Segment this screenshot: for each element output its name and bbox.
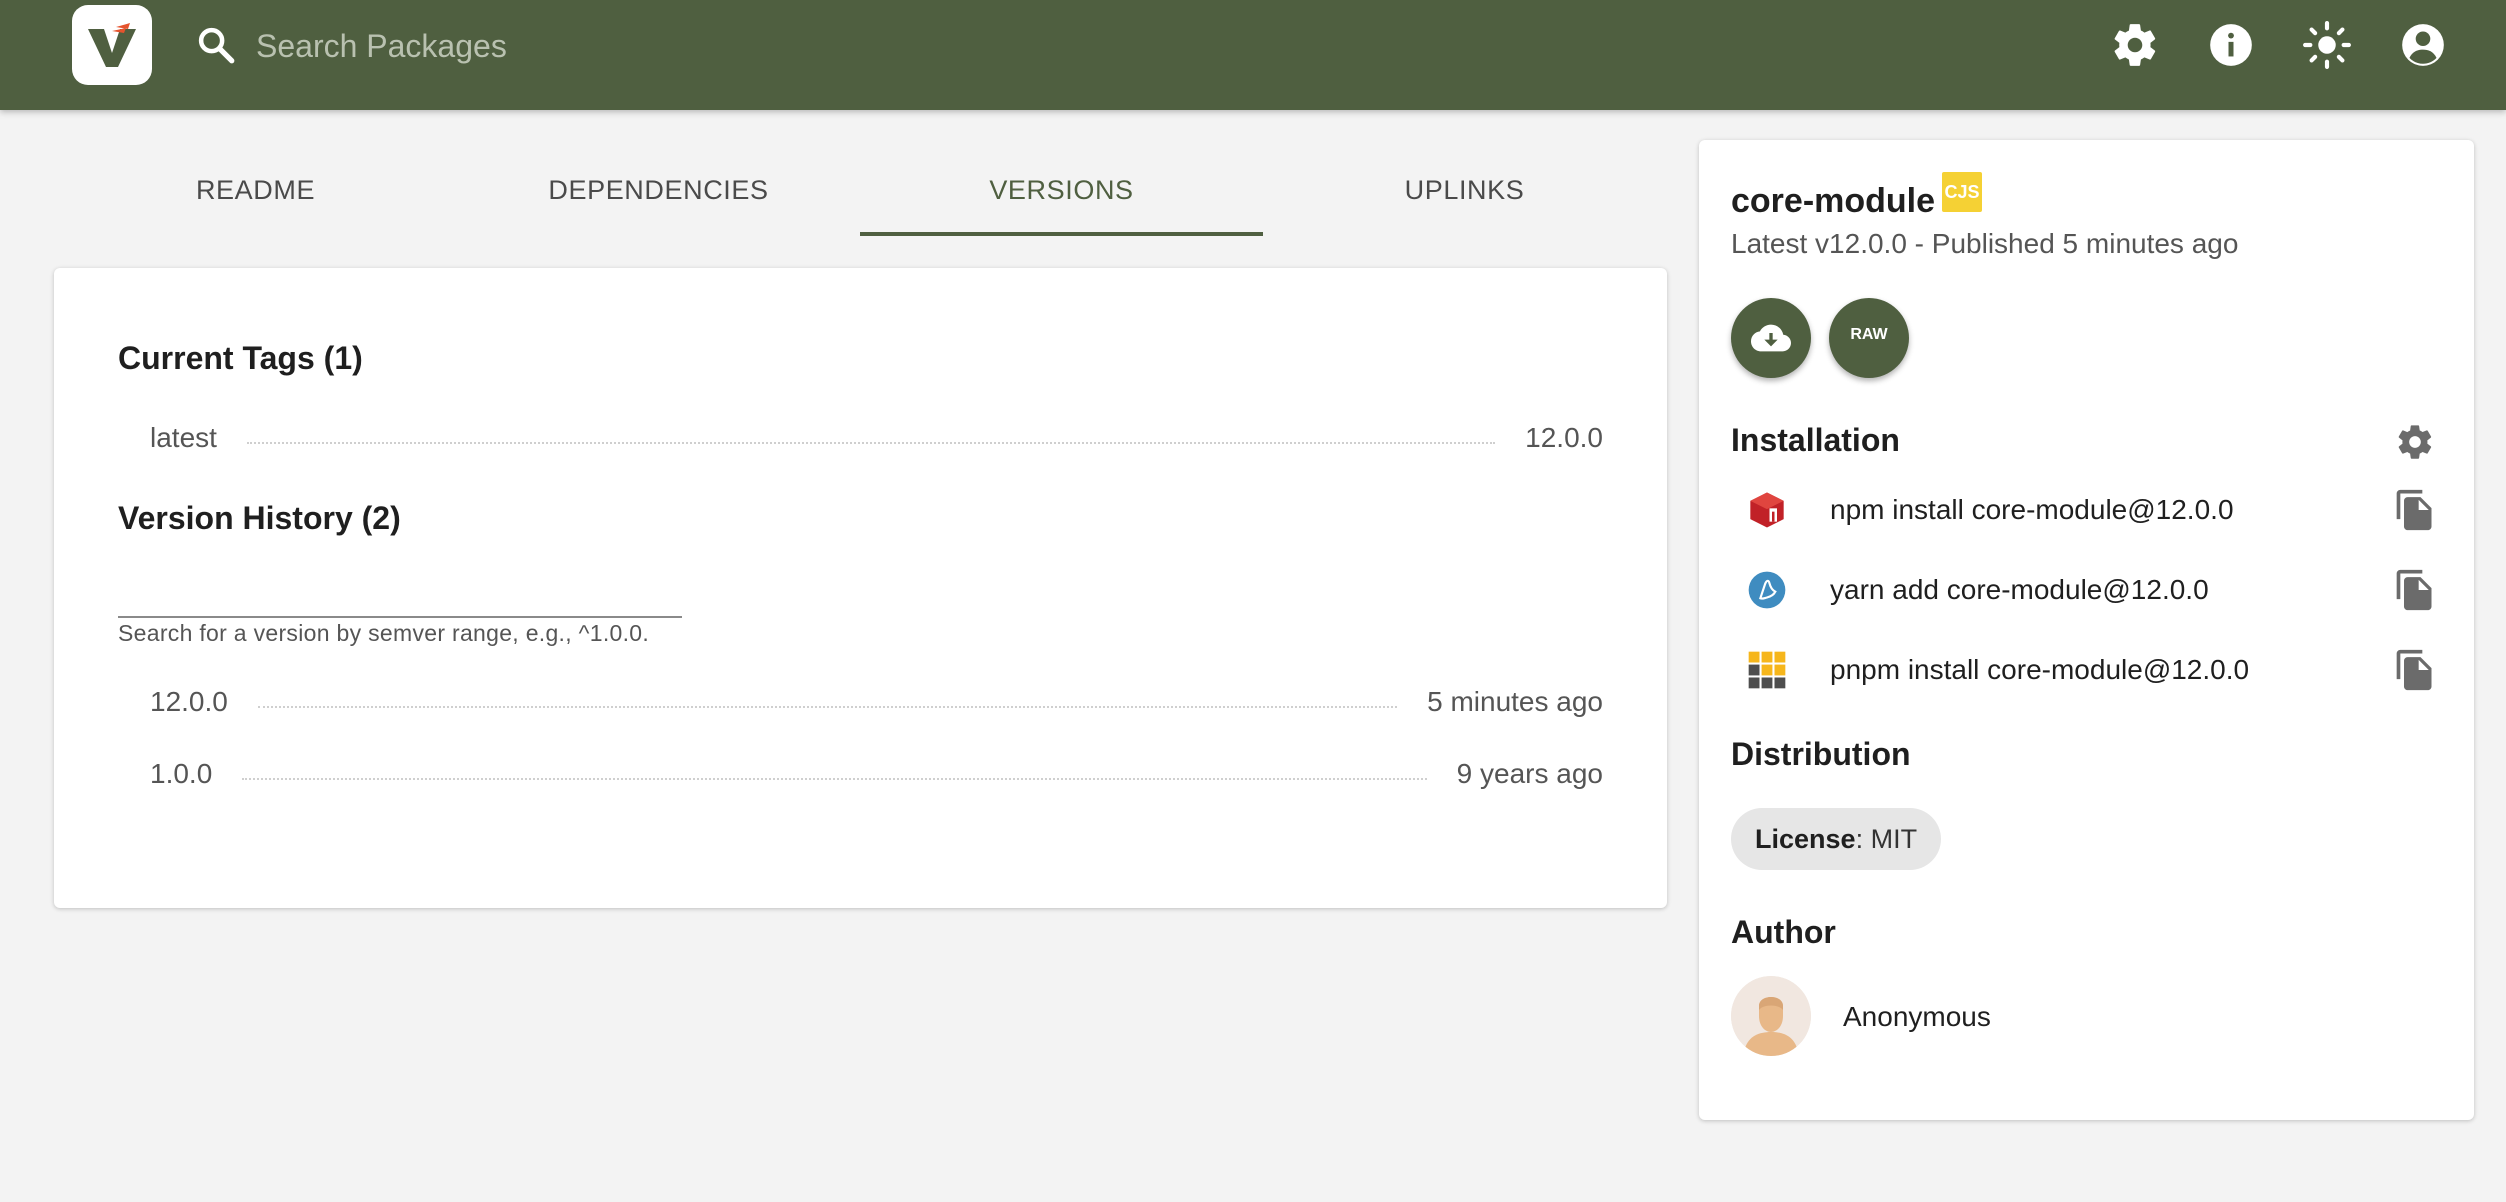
pnpm-icon [1748, 651, 1786, 689]
license-chip: License: MIT [1731, 808, 1942, 870]
raw-manifest-button[interactable]: RAW [1829, 298, 1909, 378]
copy-icon[interactable] [2393, 648, 2437, 692]
top-app-bar [0, 0, 2506, 110]
version-search-helper: Search for a version by semver range, e.… [118, 620, 650, 646]
install-row-npm: npm install core-module@12.0.0 [1747, 482, 2437, 538]
current-tags-title: Current Tags (1) [118, 340, 363, 376]
version-number[interactable]: 1.0.0 [150, 758, 212, 790]
yarn-install-command: yarn add core-module@12.0.0 [1830, 574, 2209, 605]
dotted-leader [246, 442, 1496, 444]
version-time: 9 years ago [1456, 758, 1603, 789]
module-type-badge: CJS [1942, 172, 1982, 212]
copy-icon[interactable] [2393, 488, 2437, 532]
info-icon[interactable] [2206, 20, 2256, 70]
tag-name: latest [150, 422, 217, 453]
package-subtitle: Latest v12.0.0 - Published 5 minutes ago [1731, 228, 2239, 259]
tab-uplinks[interactable]: UPLINKS [1263, 150, 1666, 236]
author-name[interactable]: Anonymous [1843, 1001, 1991, 1033]
distribution-title: Distribution [1731, 736, 1911, 772]
versions-panel: Current Tags (1) latest 12.0.0 Version H… [54, 268, 1667, 908]
version-time: 5 minutes ago [1427, 686, 1603, 717]
package-sidebar: core-module CJS Latest v12.0.0 - Publish… [1699, 140, 2474, 1120]
version-number[interactable]: 12.0.0 [150, 686, 228, 718]
version-row: 12.0.0 5 minutes ago [150, 686, 1603, 718]
npm-install-command: npm install core-module@12.0.0 [1830, 494, 2234, 525]
install-row-pnpm: pnpm install core-module@12.0.0 [1747, 642, 2437, 698]
version-search-input[interactable] [118, 568, 682, 618]
author-title: Author [1731, 914, 1836, 950]
dotted-leader [242, 778, 1427, 780]
package-name: core-module [1731, 182, 1936, 220]
dotted-leader [257, 706, 1398, 708]
cloud-download-icon [1751, 324, 1791, 352]
tab-readme[interactable]: README [54, 150, 457, 236]
tab-dependencies[interactable]: DEPENDENCIES [457, 150, 860, 236]
raw-label: RAW [1850, 326, 1888, 343]
verdaccio-logo[interactable] [72, 5, 152, 85]
version-history-title: Version History (2) [118, 500, 401, 536]
install-row-yarn: yarn add core-module@12.0.0 [1747, 562, 2437, 618]
tab-versions[interactable]: VERSIONS [860, 150, 1263, 236]
copy-icon[interactable] [2393, 568, 2437, 612]
download-tarball-button[interactable] [1731, 298, 1811, 378]
version-row: 1.0.0 9 years ago [150, 758, 1603, 790]
author-avatar [1731, 976, 1811, 1056]
account-icon[interactable] [2398, 20, 2448, 70]
license-label: License [1755, 824, 1856, 854]
theme-toggle-icon[interactable] [2302, 20, 2352, 70]
installation-title: Installation [1731, 422, 1900, 458]
license-value: MIT [1870, 824, 1918, 854]
package-tabs: README DEPENDENCIES VERSIONS UPLINKS [54, 150, 1664, 236]
search-icon [198, 27, 235, 64]
tag-row: latest 12.0.0 [150, 422, 1603, 454]
install-settings-icon[interactable] [2395, 422, 2435, 462]
search-input[interactable] [256, 18, 956, 74]
npm-icon [1750, 492, 1784, 528]
yarn-icon [1748, 571, 1786, 609]
settings-icon[interactable] [2110, 20, 2160, 70]
tag-version[interactable]: 12.0.0 [1525, 422, 1603, 454]
pnpm-install-command: pnpm install core-module@12.0.0 [1830, 654, 2250, 685]
